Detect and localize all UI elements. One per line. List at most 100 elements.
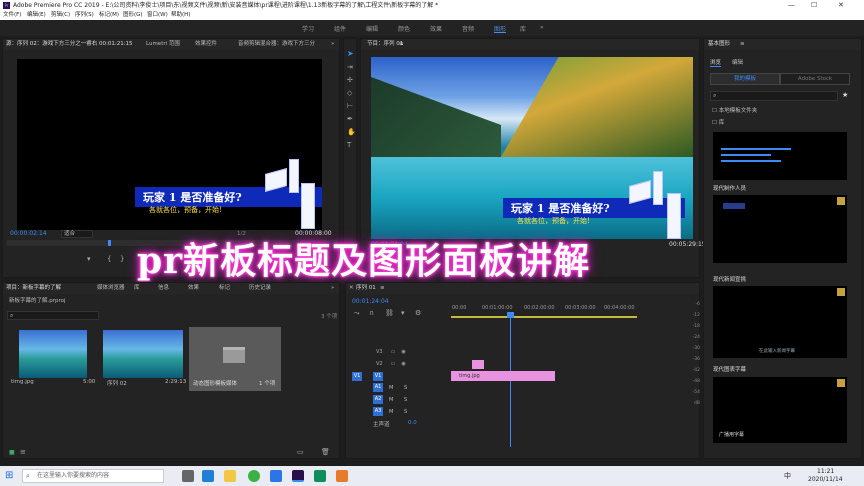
- tab-sequence-01[interactable]: 序列 01: [356, 283, 376, 294]
- add-marker-icon[interactable]: ▾: [87, 255, 91, 263]
- template-preview-broadcast[interactable]: 广播用字幕: [713, 377, 847, 443]
- close-button[interactable]: ✕: [838, 0, 844, 11]
- maximize-button[interactable]: ☐: [811, 0, 817, 11]
- tab-effect-controls[interactable]: 效果控件: [195, 39, 217, 50]
- app-icon[interactable]: [314, 470, 326, 482]
- workspace-libraries[interactable]: 库: [520, 24, 526, 33]
- eye-icon[interactable]: ◉: [401, 349, 405, 355]
- solo-button[interactable]: S: [404, 409, 407, 415]
- eg-tab-edit[interactable]: 编辑: [732, 58, 743, 66]
- minimize-button[interactable]: —: [788, 0, 795, 11]
- mute-button[interactable]: M: [389, 409, 393, 415]
- local-templates-checkbox[interactable]: ☐ 本地模板文件夹: [712, 106, 757, 114]
- playhead[interactable]: [108, 240, 111, 246]
- task-view-icon[interactable]: [182, 470, 194, 482]
- menu-clip[interactable]: 剪辑(C): [51, 11, 70, 20]
- eg-search-input[interactable]: ⌕: [710, 91, 838, 101]
- lock-icon[interactable]: ■: [9, 449, 15, 456]
- linked-icon[interactable]: ⛓: [385, 309, 394, 317]
- fit-dropdown[interactable]: 适合: [61, 230, 93, 238]
- selection-tool-icon[interactable]: ➤: [347, 49, 354, 58]
- qq-browser-icon[interactable]: [270, 470, 282, 482]
- snap-icon[interactable]: ∩: [369, 309, 374, 317]
- ime-indicator[interactable]: 中: [784, 471, 791, 481]
- edge-browser-icon[interactable]: [202, 470, 214, 482]
- ripple-edit-tool-icon[interactable]: ✢: [347, 76, 353, 84]
- add-marker-icon[interactable]: ▾: [401, 309, 405, 317]
- libraries-checkbox[interactable]: ☐ 库: [712, 118, 724, 126]
- nest-icon[interactable]: ⤳: [354, 309, 360, 318]
- track-select-tool-icon[interactable]: ⇥: [347, 63, 353, 71]
- track-target-v1[interactable]: V1: [373, 372, 383, 381]
- my-templates-button[interactable]: 我的模板: [710, 73, 780, 85]
- sync-lock-icon[interactable]: ▭: [391, 349, 396, 355]
- type-tool-icon[interactable]: T: [347, 141, 351, 149]
- clock-time[interactable]: 11:21: [817, 468, 834, 475]
- track-target-a3[interactable]: A3: [373, 407, 383, 416]
- favorites-star-icon[interactable]: ★: [842, 91, 848, 99]
- list-view-icon[interactable]: ≡: [20, 448, 26, 456]
- pen-tool-icon[interactable]: ✒: [347, 115, 353, 123]
- project-thumb-timg[interactable]: [19, 330, 87, 378]
- workspace-color[interactable]: 颜色: [398, 24, 410, 33]
- tab-markers[interactable]: 标记: [219, 283, 230, 294]
- menu-sequence[interactable]: 序列(S): [75, 11, 94, 20]
- app-icon[interactable]: [336, 470, 348, 482]
- razor-tool-icon[interactable]: ◇: [347, 89, 352, 97]
- solo-button[interactable]: S: [404, 397, 407, 403]
- new-bin-icon[interactable]: ▭: [297, 448, 304, 456]
- file-explorer-icon[interactable]: [224, 470, 236, 482]
- menu-marker[interactable]: 标记(M): [99, 11, 119, 20]
- clear-icon[interactable]: 🗑: [321, 448, 330, 456]
- eye-icon[interactable]: ◉: [401, 361, 405, 367]
- graphic-clip-v2[interactable]: [472, 360, 484, 369]
- eg-tab-browse[interactable]: 浏览: [710, 58, 722, 67]
- timeline-timecode[interactable]: 00:01:24:04: [352, 298, 389, 305]
- program-menu-icon[interactable]: ≡: [399, 39, 404, 50]
- playhead-handle[interactable]: [507, 312, 514, 318]
- tab-libraries[interactable]: 库: [134, 283, 140, 294]
- workspace-audio[interactable]: 音频: [462, 24, 474, 33]
- menu-window[interactable]: 窗口(W): [147, 11, 168, 20]
- tab-info[interactable]: 信息: [158, 283, 169, 294]
- clip-timg-v1[interactable]: timg.jpg: [451, 371, 555, 381]
- timeline-menu-icon[interactable]: ≡: [380, 283, 385, 294]
- project-thumb-seq02[interactable]: [103, 330, 183, 378]
- menu-help[interactable]: 帮助(H): [171, 11, 190, 20]
- project-bin-mogrt[interactable]: 动态图形模板媒体 1 个项: [189, 327, 281, 391]
- slip-tool-icon[interactable]: ⊢: [347, 102, 353, 110]
- tab-effects[interactable]: 效果: [188, 283, 199, 294]
- mute-button[interactable]: M: [389, 385, 393, 391]
- wrench-icon[interactable]: ⚙: [415, 309, 421, 317]
- project-search-input[interactable]: ⌕: [7, 311, 99, 320]
- solo-button[interactable]: S: [404, 385, 407, 391]
- template-preview-news[interactable]: [713, 195, 847, 263]
- tab-project[interactable]: 项目：新板字幕的了解: [6, 283, 61, 294]
- close-icon[interactable]: ✕: [349, 283, 354, 294]
- mute-button[interactable]: M: [389, 397, 393, 403]
- clock-date[interactable]: 2020/11/14: [808, 476, 843, 483]
- menu-edit[interactable]: 编辑(E): [27, 11, 46, 20]
- workspace-more[interactable]: »: [540, 24, 544, 31]
- tab-program[interactable]: 节目：序列 01: [367, 39, 403, 50]
- taskbar-search-input[interactable]: ⌕ 在这里输入你要搜索的内容: [22, 469, 164, 483]
- track-target-a2[interactable]: A2: [373, 395, 383, 404]
- premiere-taskbar-icon[interactable]: [292, 470, 304, 482]
- menu-file[interactable]: 文件(F): [3, 11, 21, 20]
- eg-menu-icon[interactable]: ≡: [740, 39, 745, 50]
- source-patch-v1[interactable]: V1: [352, 372, 362, 381]
- workspace-learn[interactable]: 学习: [302, 24, 314, 33]
- template-preview-lowerthird[interactable]: 在此输入新闻字幕: [713, 286, 847, 358]
- workspace-graphics[interactable]: 图形: [494, 24, 506, 33]
- project-tabs-more[interactable]: »: [331, 283, 334, 294]
- menu-graphics[interactable]: 图形(G): [123, 11, 143, 20]
- template-preview-credits[interactable]: [713, 132, 847, 180]
- tab-media-browser[interactable]: 媒体浏览器: [97, 283, 125, 294]
- windows-start-icon[interactable]: ⊞: [5, 470, 13, 481]
- work-area-bar[interactable]: [451, 316, 637, 318]
- sync-lock-icon[interactable]: ▭: [391, 361, 396, 367]
- source-timecode[interactable]: 00:00:02:14: [10, 230, 47, 237]
- hand-tool-icon[interactable]: ✋: [347, 128, 356, 136]
- mark-out-icon[interactable]: }: [120, 255, 124, 263]
- adobe-stock-button[interactable]: Adobe Stock: [780, 73, 850, 85]
